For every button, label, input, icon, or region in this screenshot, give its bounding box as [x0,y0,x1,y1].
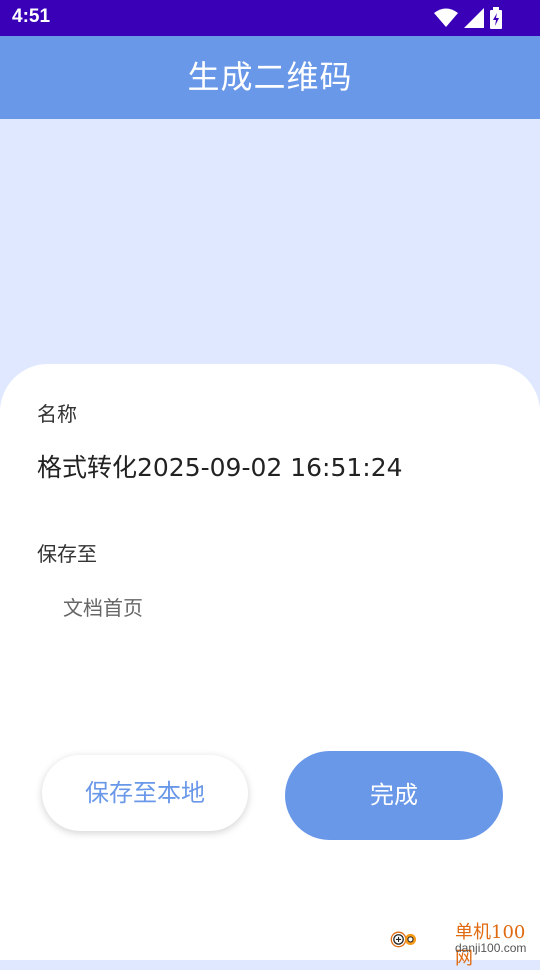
name-field[interactable]: 格式转化2025-09-02 16:51:24 [37,448,403,484]
done-button[interactable]: 完成 [285,751,503,840]
watermark-logo [390,931,417,948]
save-location-selector[interactable]: 文档首页 [63,592,143,621]
signal-icon [464,8,484,28]
status-icons [434,7,502,29]
watermark-url: danji100.com [455,941,527,955]
page-title: 生成二维码 [187,58,353,96]
battery-icon [490,7,502,29]
save-local-button[interactable]: 保存至本地 [42,755,248,831]
wifi-icon [434,8,458,27]
name-label: 名称 [37,402,77,426]
status-bar: 4:51 [0,0,540,36]
app-bar: 生成二维码 [0,36,540,119]
save-location-label: 保存至 [37,542,97,566]
preview-area [0,119,540,379]
status-time: 4:51 [12,6,51,27]
